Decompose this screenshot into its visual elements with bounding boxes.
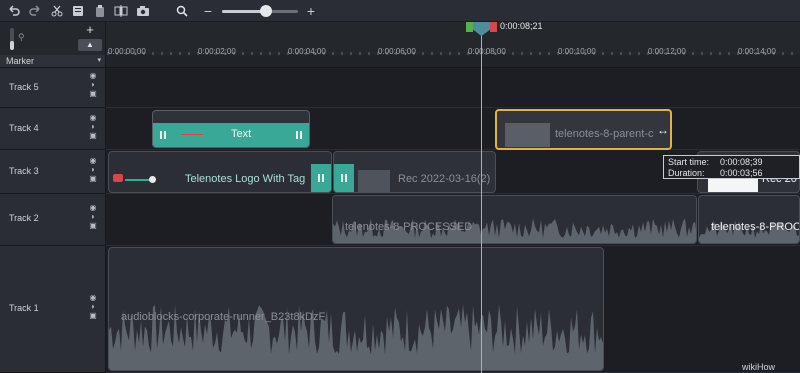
add-track-button[interactable]: +	[78, 23, 102, 37]
search-icon[interactable]	[174, 3, 190, 19]
processed-clip-label: telenotes-8-PROCESSED	[345, 221, 473, 233]
logo-clip-label: Telenotes Logo With Tag	[185, 173, 306, 185]
track-controls: ◉ ◗ ▣	[86, 157, 100, 183]
eye-icon[interactable]: ◉	[90, 294, 97, 302]
track-height-slider[interactable]	[10, 28, 14, 50]
marker-row-label[interactable]: Marker ▾	[0, 55, 106, 68]
track-zoom-icon: ⚲	[18, 32, 25, 42]
clip-thumbnail	[505, 123, 550, 147]
eye-icon[interactable]: ◉	[90, 114, 97, 122]
lock-icon[interactable]: ▣	[89, 312, 97, 320]
camera-icon[interactable]	[135, 3, 151, 19]
playhead-time: 0:00:08;21	[500, 21, 543, 31]
audio-icon[interactable]: ◗	[91, 213, 96, 221]
rec-clip-label: Rec 2022-03-16(2)	[398, 173, 491, 185]
resize-cursor-icon: ↔	[657, 123, 669, 137]
track-name: Track 1	[9, 303, 39, 313]
lock-icon[interactable]: ▣	[89, 132, 97, 140]
playhead-in-marker[interactable]	[466, 22, 473, 32]
track-name: Track 2	[9, 213, 39, 223]
timeline-toolbar: − +	[0, 0, 800, 22]
audio-icon[interactable]: ◗	[91, 123, 96, 131]
redo-icon[interactable]	[27, 3, 43, 19]
logo-clip[interactable]: Telenotes Logo With Tag	[108, 151, 332, 193]
track-label-3[interactable]: Track 3 ◉ ◗ ▣	[0, 150, 106, 194]
track-panel-header: ⚲ + ▲	[0, 22, 106, 55]
lock-icon[interactable]: ▣	[89, 175, 97, 183]
track-name: Track 4	[9, 123, 39, 133]
text-clip[interactable]: Text	[152, 110, 310, 148]
track-controls: ◉ ◗ ▣	[86, 204, 100, 230]
clip-trim-handle-left[interactable]	[153, 123, 173, 147]
text-clip-label: Text	[231, 128, 252, 140]
annotation-icon	[113, 174, 123, 182]
audio-waveform	[699, 220, 799, 243]
marker-lane[interactable]	[106, 55, 800, 68]
paste-icon[interactable]	[92, 3, 108, 19]
tooltip-duration-value: 0:00:03;56	[720, 168, 763, 178]
eye-icon[interactable]: ◉	[90, 157, 97, 165]
animation-point	[149, 176, 156, 183]
zoom-in-button[interactable]: +	[303, 3, 319, 19]
split-icon[interactable]	[113, 3, 129, 19]
rec-clip[interactable]: Rec 2022-03-16(2)	[333, 151, 496, 193]
playhead-out-marker[interactable]	[490, 22, 497, 32]
track-height-slider-fill	[10, 41, 14, 50]
processed-clip-right-label: telenotes-8-PROC	[711, 221, 800, 233]
track-label-1[interactable]: Track 1 ◉ ◗ ▣	[0, 246, 106, 373]
clip-mark	[181, 134, 203, 135]
eye-icon[interactable]: ◉	[90, 72, 97, 80]
audio-clip-label: audioblocks-corporate-runner_B23t8kDzF	[121, 311, 326, 323]
track-label-4[interactable]: Track 4 ◉ ◗ ▣	[0, 108, 106, 150]
parent-clip-selected[interactable]: telenotes-8-parent-c	[495, 109, 672, 150]
audio-icon[interactable]: ◗	[91, 81, 96, 89]
clip-trim-handle-left[interactable]	[334, 164, 354, 192]
copy-icon[interactable]	[70, 3, 86, 19]
lock-icon[interactable]: ▣	[89, 222, 97, 230]
audio-icon[interactable]: ◗	[91, 166, 96, 174]
eye-icon[interactable]: ◉	[90, 204, 97, 212]
track-controls: ◉ ◗ ▣	[86, 294, 100, 320]
tooltip-start-label: Start time:	[668, 157, 710, 167]
clip-tooltip: Start time: 0:00:08;39 Duration: 0:00:03…	[663, 155, 800, 179]
track-label-2[interactable]: Track 2 ◉ ◗ ▣	[0, 194, 106, 246]
clip-trim-handle-right[interactable]	[289, 123, 309, 147]
track-controls: ◉ ◗ ▣	[86, 72, 100, 98]
playhead-line	[481, 22, 482, 373]
marker-label: Marker	[6, 56, 35, 66]
scissors-icon[interactable]	[49, 3, 65, 19]
undo-icon[interactable]	[6, 3, 22, 19]
clip-thumbnail	[358, 170, 390, 192]
tooltip-start-value: 0:00:08;39	[720, 157, 763, 167]
audio-waveform	[333, 218, 696, 243]
audio-clip[interactable]: audioblocks-corporate-runner_B23t8kDzF	[108, 247, 604, 371]
lock-icon[interactable]: ▣	[89, 90, 97, 98]
track-lane-5[interactable]	[106, 68, 800, 108]
watermark: wikiHow	[742, 362, 776, 372]
zoom-out-button[interactable]: −	[200, 3, 216, 19]
zoom-slider-thumb[interactable]	[260, 5, 272, 17]
clip-trim-handle-right[interactable]	[311, 164, 331, 192]
audio-waveform	[109, 304, 603, 370]
processed-audio-clip[interactable]: telenotes-8-PROCESSED	[332, 195, 697, 244]
chevron-down-icon[interactable]: ▾	[97, 56, 101, 64]
tooltip-duration-label: Duration:	[668, 168, 705, 178]
track-name: Track 3	[9, 166, 39, 176]
parent-clip-label: telenotes-8-parent-c	[555, 128, 654, 140]
audio-icon[interactable]: ◗	[91, 303, 96, 311]
collapse-button[interactable]: ▲	[78, 39, 102, 51]
processed-audio-clip-right[interactable]: telenotes-8-PROC	[698, 195, 800, 244]
track-label-5[interactable]: Track 5 ◉ ◗ ▣	[0, 68, 106, 108]
track-name: Track 5	[9, 82, 39, 92]
timeline-ruler[interactable]: 0:00:00;00 0:00:02;00 0:00:04;00 0:00:06…	[106, 22, 800, 56]
track-controls: ◉ ◗ ▣	[86, 114, 100, 140]
